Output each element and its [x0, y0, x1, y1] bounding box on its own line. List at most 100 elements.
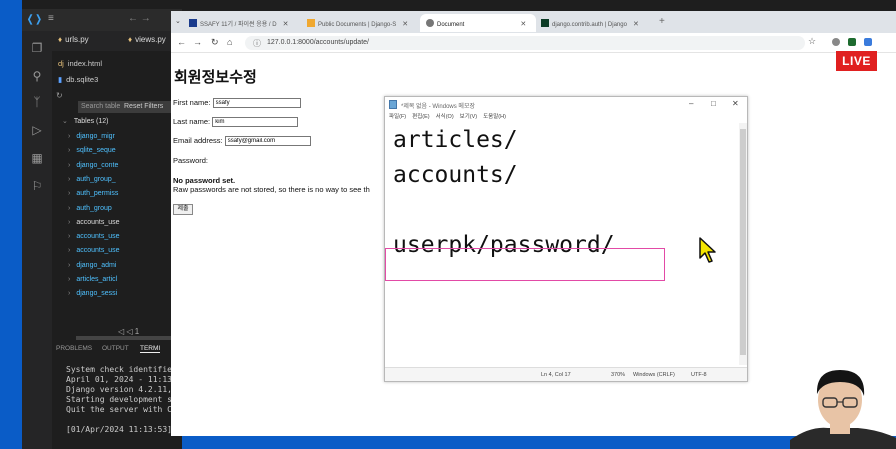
email-label: Email address:: [173, 136, 223, 145]
table-item[interactable]: › django_admi: [68, 262, 116, 269]
extension-icon[interactable]: [864, 38, 872, 46]
zoom-level: 370%: [611, 372, 626, 378]
refresh-icon[interactable]: ↻: [56, 91, 63, 100]
url-text: 127.0.0.1:8000/accounts/update/: [267, 39, 369, 46]
chevron-right-icon: ›: [68, 261, 71, 269]
table-item[interactable]: › sqlite_seque: [68, 147, 116, 154]
python-icon: ♦: [58, 35, 63, 44]
horizontal-scrollbar[interactable]: [76, 336, 178, 340]
table-item[interactable]: › articles_articl: [68, 276, 117, 283]
table-item[interactable]: › auth_permiss: [68, 190, 118, 197]
text-line: accounts/: [393, 162, 518, 188]
desktop-edge: [0, 0, 22, 449]
close-tab-icon[interactable]: ✕: [520, 21, 526, 28]
menu-edit[interactable]: 편집(E): [412, 114, 429, 120]
pager-value: 1: [134, 327, 140, 336]
browser-tab[interactable]: django.contrib.auth | Django ✕: [541, 14, 653, 32]
tab-favicon-icon: [189, 19, 197, 27]
menu-file[interactable]: 파일(F): [389, 114, 406, 120]
tables-header[interactable]: ⌄ Tables (12): [62, 117, 109, 125]
notepad-text-area[interactable]: articles/accounts/userpk/password/: [385, 123, 665, 281]
table-name: django_migr: [76, 133, 115, 140]
nav-arrows-icon[interactable]: ← →: [128, 13, 151, 24]
terminal-line: Django version 4.2.11,: [66, 385, 172, 394]
screen: ❬❭ ≡ ← → ❐ ⚲ ᛉ ▷ ▦ ⚐ ♦ urls.py ♦ views.py …: [0, 0, 896, 449]
submit-button[interactable]: 제출: [173, 204, 193, 215]
table-item[interactable]: › auth_group_: [68, 176, 116, 183]
pager[interactable]: ◁ ◁ 1: [118, 327, 139, 336]
address-bar[interactable]: ⓘ 127.0.0.1:8000/accounts/update/: [245, 36, 805, 50]
table-name: auth_group: [76, 204, 112, 212]
tab-list-chevron-icon[interactable]: ⌄: [175, 17, 181, 25]
last-name-input[interactable]: [212, 117, 299, 128]
forward-icon[interactable]: →: [193, 37, 202, 47]
menu-format[interactable]: 서식(O): [436, 114, 454, 120]
last-name-label: Last name:: [173, 117, 211, 126]
extension-icon[interactable]: [848, 38, 856, 46]
search-icon[interactable]: ⚲: [30, 69, 44, 83]
vertical-scrollbar[interactable]: [739, 123, 747, 365]
close-tab-icon[interactable]: ✕: [402, 21, 408, 28]
source-control-icon[interactable]: ᛉ: [30, 95, 44, 109]
menu-view[interactable]: 보기(V): [460, 114, 477, 120]
terminal[interactable]: System check identified April 01, 2024 - …: [52, 365, 182, 449]
file-db-sqlite3[interactable]: ▮ db.sqlite3: [58, 75, 98, 84]
file-index-html[interactable]: dj index.html: [58, 59, 102, 68]
panel-tabs: PROBLEMS OUTPUT TERMI: [52, 342, 182, 358]
tab-title: SSAFY 11기 / 파이썬 응용 / D: [200, 22, 277, 28]
notepad-title: *제목 없음 - Windows 메모장: [401, 104, 475, 110]
extension-icon[interactable]: [832, 38, 840, 46]
webcam-overlay: [790, 370, 896, 449]
reset-filters-button[interactable]: Reset Filters: [124, 103, 163, 110]
no-password-text: No password set.: [173, 176, 236, 185]
tab-label: urls.py: [65, 35, 89, 44]
table-item[interactable]: › django_sessi: [68, 290, 117, 297]
terminal-line: [01/Apr/2024 11:13:53]: [66, 425, 172, 434]
site-info-icon[interactable]: ⓘ: [253, 38, 261, 49]
table-item[interactable]: › django_migr: [68, 133, 115, 140]
home-icon[interactable]: ⌂: [227, 37, 232, 47]
tab-terminal[interactable]: TERMI: [140, 345, 161, 353]
chevron-right-icon: ›: [68, 233, 71, 241]
table-item[interactable]: › accounts_use: [68, 247, 120, 254]
first-name-row: First name:: [173, 98, 301, 109]
back-icon[interactable]: ←: [177, 37, 186, 47]
browser-tab-strip: ⌄ SSAFY 11기 / 파이썬 응용 / D ✕ Public Documen…: [171, 11, 896, 33]
close-icon[interactable]: ✕: [732, 99, 739, 108]
browser-tab[interactable]: SSAFY 11기 / 파이썬 응용 / D ✕: [189, 14, 301, 32]
hamburger-menu-icon[interactable]: ≡: [48, 13, 54, 24]
close-tab-icon[interactable]: ✕: [633, 21, 639, 28]
table-search-input[interactable]: Search table Reset Filters: [78, 101, 178, 113]
table-item[interactable]: › accounts_use: [68, 233, 120, 240]
tab-urls-py[interactable]: ♦ urls.py: [58, 35, 89, 44]
close-tab-icon[interactable]: ✕: [283, 21, 289, 28]
tab-output[interactable]: OUTPUT: [102, 345, 129, 352]
run-debug-icon[interactable]: ▷: [30, 123, 44, 137]
minimize-icon[interactable]: –: [689, 99, 693, 108]
first-name-input[interactable]: [212, 98, 301, 109]
table-name: accounts_use: [76, 218, 120, 226]
browser-tab[interactable]: Public Documents | Django-S ✕: [307, 14, 419, 32]
chevron-right-icon: ›: [68, 161, 71, 169]
table-item[interactable]: › auth_group: [68, 205, 112, 212]
explorer-icon[interactable]: ❐: [30, 41, 44, 55]
file-label: db.sqlite3: [66, 75, 99, 84]
reload-icon[interactable]: ↻: [211, 37, 219, 48]
chevron-right-icon: ›: [68, 290, 71, 298]
scrollbar-thumb[interactable]: [740, 129, 746, 355]
bookmark-star-icon[interactable]: ☆: [808, 36, 816, 47]
testing-icon[interactable]: ⚐: [30, 179, 44, 193]
table-name: auth_permiss: [76, 190, 119, 198]
maximize-icon[interactable]: □: [711, 99, 716, 108]
chevron-right-icon: ›: [68, 218, 71, 226]
email-input[interactable]: [224, 136, 311, 147]
tab-views-py[interactable]: ♦ views.py: [128, 35, 166, 44]
table-item[interactable]: › django_conte: [68, 162, 118, 169]
extensions-icon[interactable]: ▦: [30, 151, 44, 165]
new-tab-icon[interactable]: +: [659, 16, 665, 27]
table-item[interactable]: › accounts_use: [68, 219, 120, 226]
browser-tab-active[interactable]: Document ✕: [420, 14, 536, 32]
menu-help[interactable]: 도움말(H): [483, 114, 506, 120]
tab-problems[interactable]: PROBLEMS: [56, 345, 92, 352]
